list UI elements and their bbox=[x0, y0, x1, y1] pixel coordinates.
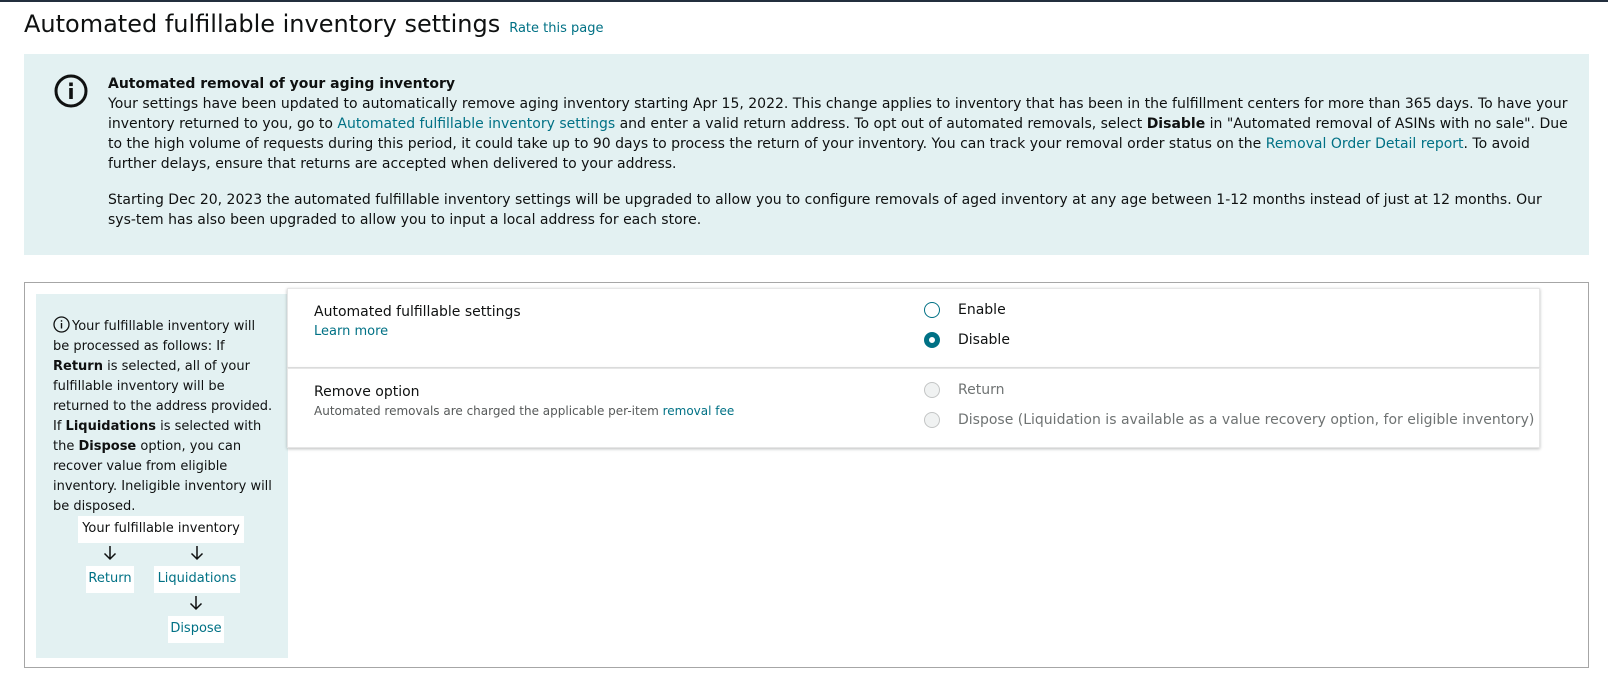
removal-fee-note: Automated removals are charged the appli… bbox=[314, 404, 734, 418]
info-icon bbox=[54, 74, 88, 108]
automated-settings-row: Automated fulfillable settings Learn mor… bbox=[287, 288, 1540, 368]
dispose-radio[interactable] bbox=[924, 412, 940, 428]
flow-return-node[interactable]: Return bbox=[86, 566, 134, 593]
flow-liquidations-node[interactable]: Liquidations bbox=[154, 566, 240, 593]
arrow-down-icon bbox=[189, 596, 203, 611]
alert-heading: Automated removal of your aging inventor… bbox=[108, 76, 455, 92]
removal-order-report-link[interactable]: Removal Order Detail report bbox=[1266, 136, 1464, 152]
side-info-text: Your fulfillable inventory will be proce… bbox=[53, 316, 275, 517]
dispose-radio-option[interactable]: Dispose (Liquidation is available as a v… bbox=[924, 412, 1534, 428]
enable-radio[interactable] bbox=[924, 302, 940, 318]
automated-settings-title: Automated fulfillable settings bbox=[314, 304, 521, 320]
disable-radio[interactable] bbox=[924, 332, 940, 348]
automated-settings-link[interactable]: Automated fulfillable inventory settings bbox=[337, 116, 615, 132]
rate-this-page-link[interactable]: Rate this page bbox=[509, 21, 603, 36]
removal-fee-link[interactable]: removal fee bbox=[663, 404, 735, 418]
alert-text: and enter a valid return address. To opt… bbox=[615, 116, 1147, 132]
disable-radio-option[interactable]: Disable bbox=[924, 332, 1010, 348]
page-header: Automated fulfillable inventory settings… bbox=[24, 10, 603, 38]
settings-card: Your fulfillable inventory will be proce… bbox=[24, 282, 1589, 668]
side-info-panel: Your fulfillable inventory will be proce… bbox=[36, 294, 288, 658]
enable-radio-option[interactable]: Enable bbox=[924, 302, 1006, 318]
alert-paragraph-1: Your settings have been updated to autom… bbox=[108, 94, 1568, 174]
alert-bold-disable: Disable bbox=[1146, 116, 1206, 132]
page-title: Automated fulfillable inventory settings bbox=[24, 10, 501, 38]
return-radio[interactable] bbox=[924, 382, 940, 398]
return-radio-option[interactable]: Return bbox=[924, 382, 1004, 398]
arrow-down-icon bbox=[103, 546, 117, 561]
flow-root-node: Your fulfillable inventory bbox=[78, 516, 244, 543]
learn-more-link[interactable]: Learn more bbox=[314, 324, 388, 339]
top-rule bbox=[0, 0, 1608, 2]
alert-paragraph-2: Starting Dec 20, 2023 the automated fulf… bbox=[108, 192, 1542, 228]
dispose-label: Dispose (Liquidation is available as a v… bbox=[958, 412, 1535, 428]
side-text: Your fulfillable inventory will be proce… bbox=[53, 319, 256, 354]
enable-label: Enable bbox=[958, 302, 1006, 318]
flow-dispose-node[interactable]: Dispose bbox=[168, 616, 224, 643]
info-icon bbox=[53, 316, 70, 333]
arrow-down-icon bbox=[190, 546, 204, 561]
removal-note-text: Automated removals are charged the appli… bbox=[314, 404, 663, 418]
info-alert: Automated removal of your aging inventor… bbox=[24, 54, 1589, 255]
disable-label: Disable bbox=[958, 332, 1010, 348]
remove-option-title: Remove option bbox=[314, 384, 420, 400]
remove-option-row: Remove option Automated removals are cha… bbox=[287, 368, 1540, 448]
side-bold: Dispose bbox=[78, 439, 137, 454]
alert-body: Automated removal of your aging inventor… bbox=[108, 74, 1568, 230]
side-bold: Liquidations bbox=[65, 419, 156, 434]
side-bold: Return bbox=[53, 359, 103, 374]
return-label: Return bbox=[958, 382, 1005, 398]
